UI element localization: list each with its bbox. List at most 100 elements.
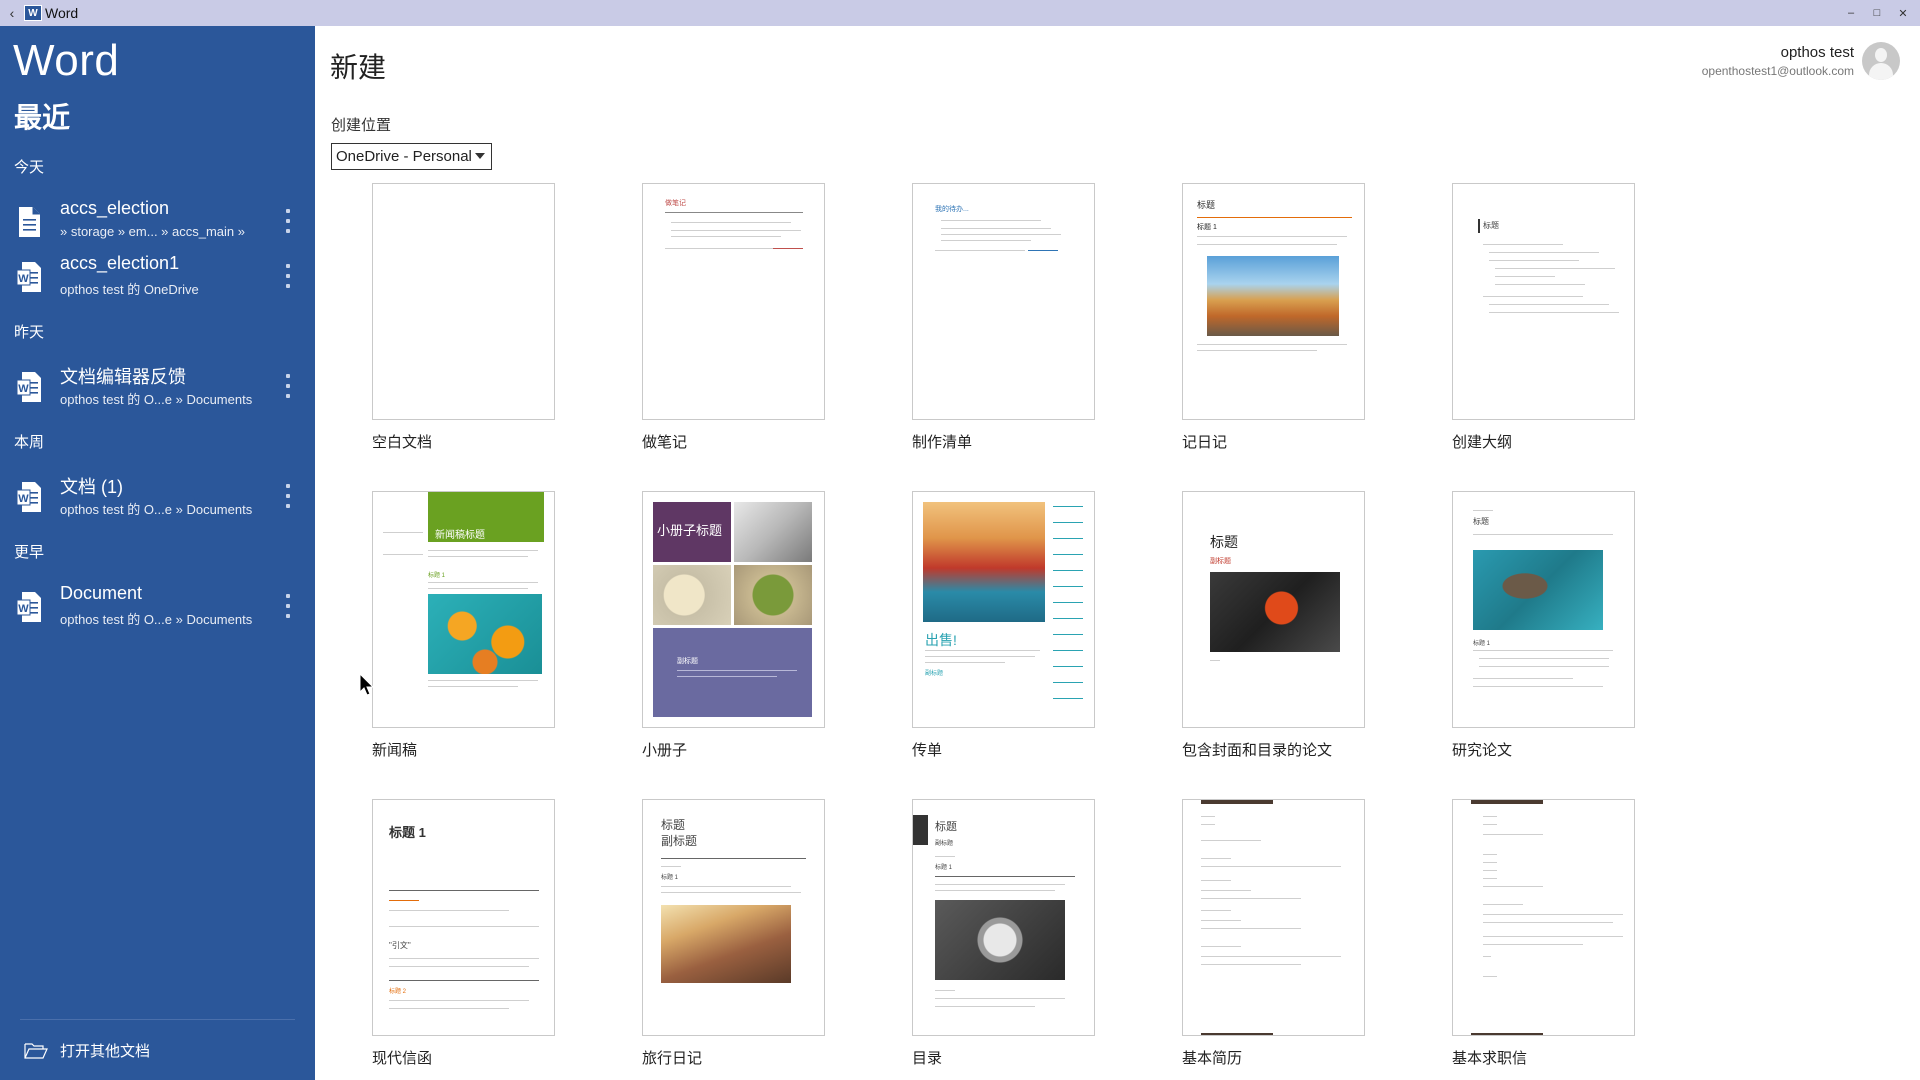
more-options-icon[interactable] xyxy=(282,206,294,236)
template-make-list[interactable]: 我的待办... 制作清单 xyxy=(912,183,1095,452)
template-label: 小册子 xyxy=(642,742,688,759)
canyon-image xyxy=(661,905,791,983)
word-app-icon: W xyxy=(24,5,42,21)
template-basic-cover-letter[interactable]: 基本求职信 xyxy=(1452,799,1635,1068)
thumb-heading: 标题 1 xyxy=(661,875,679,881)
back-icon[interactable]: ‹ xyxy=(0,5,24,21)
landscape-image xyxy=(1207,256,1339,336)
user-name: opthos test xyxy=(1780,44,1854,61)
recent-item-path: opthos test 的 O...e » Documents xyxy=(60,392,253,407)
svg-text:W: W xyxy=(18,603,29,615)
group-label-this-week: 本周 xyxy=(14,434,45,451)
template-research-paper[interactable]: 标题 标题 1 研究论文 xyxy=(1452,491,1635,760)
template-paper-with-cover-toc[interactable]: 标题 副标题 包含封面和目录的论文 xyxy=(1182,491,1365,760)
location-value: OneDrive - Personal xyxy=(336,148,472,165)
user-account[interactable]: opthos test openthostest1@outlook.com xyxy=(1702,42,1900,80)
chevron-down-icon xyxy=(475,153,485,159)
template-flyer[interactable]: 出售! 副标题 传单 xyxy=(912,491,1095,760)
thumb-heading: 标题 1 xyxy=(428,573,446,579)
thumb-subtitle: 副标题 xyxy=(935,841,954,847)
group-label-earlier: 更早 xyxy=(14,544,45,561)
window-title: Word xyxy=(45,5,79,21)
template-label: 创建大纲 xyxy=(1452,434,1513,451)
brochure-purple-block xyxy=(653,628,812,717)
open-other-documents-button[interactable]: 打开其他文档 xyxy=(24,1040,150,1061)
template-thumbnail: 我的待办... xyxy=(912,183,1095,420)
template-label: 做笔记 xyxy=(642,434,688,451)
location-dropdown[interactable]: OneDrive - Personal xyxy=(331,143,492,170)
recent-item-path: opthos test 的 OneDrive xyxy=(60,282,199,297)
otter-image xyxy=(1473,550,1603,630)
word-file-icon: W xyxy=(16,372,41,402)
fruit-image xyxy=(428,594,542,674)
recent-item[interactable]: accs_election » storage » em... » accs_m… xyxy=(0,196,315,252)
user-email: openthostest1@outlook.com xyxy=(1701,64,1854,78)
template-thumbnail: 标题 标题 1 xyxy=(1182,183,1365,420)
template-catalog[interactable]: 标题 副标题 标题 1 目录 xyxy=(912,799,1095,1068)
more-options-icon[interactable] xyxy=(282,371,294,401)
template-thumbnail: 标题 标题 1 xyxy=(1452,491,1635,728)
thumb-title: 新闻稿标题 xyxy=(435,530,485,541)
sidebar-divider xyxy=(20,1019,295,1020)
catalog-marker xyxy=(913,815,928,845)
thumb-title: 标题 xyxy=(1210,534,1238,550)
resume-bottom-bar xyxy=(1201,1033,1273,1035)
template-label: 基本简历 xyxy=(1182,1050,1243,1067)
close-icon[interactable]: ✕ xyxy=(1890,0,1916,26)
thumb-title: 标题 xyxy=(935,821,957,833)
template-label: 基本求职信 xyxy=(1452,1050,1528,1067)
recent-item-path: opthos test 的 O...e » Documents xyxy=(60,612,253,627)
thumb-title: 标题 xyxy=(1483,221,1499,230)
more-options-icon[interactable] xyxy=(282,481,294,511)
recent-item-name: accs_election1 xyxy=(60,253,180,273)
template-thumbnail xyxy=(1452,799,1635,1036)
template-take-notes[interactable]: 做笔记 做笔记 xyxy=(642,183,825,452)
thumb-heading: 标题 1 xyxy=(1473,641,1491,647)
page-title: 新建 xyxy=(330,52,387,83)
resume-top-bar xyxy=(1201,800,1273,804)
word-file-icon: W xyxy=(16,592,41,622)
thumb-heading: 标题 1 xyxy=(1197,224,1217,231)
recent-item[interactable]: W Document opthos test 的 O...e » Documen… xyxy=(0,581,315,637)
open-other-label: 打开其他文档 xyxy=(60,1043,151,1060)
recent-item-name: Document xyxy=(60,583,143,603)
template-label: 目录 xyxy=(912,1050,943,1067)
template-blank-document[interactable]: 空白文档 xyxy=(372,183,555,452)
template-travel-journal[interactable]: 标题 副标题 标题 1 旅行日记 xyxy=(642,799,825,1068)
template-label: 现代信函 xyxy=(372,1050,433,1067)
template-brochure[interactable]: 小册子标题 副标题 小册子 xyxy=(642,491,825,760)
template-thumbnail: 标题 1 "引文" 标题 2 xyxy=(372,799,555,1036)
recent-item-name: 文档 (1) xyxy=(60,477,123,497)
template-newsletter[interactable]: 新闻稿标题 标题 1 新闻稿 xyxy=(372,491,555,760)
recent-item-path: opthos test 的 O...e » Documents xyxy=(60,502,253,517)
recent-item[interactable]: W 文档编辑器反馈 opthos test 的 O...e » Document… xyxy=(0,361,315,417)
template-thumbnail: 出售! 副标题 xyxy=(912,491,1095,728)
group-label-yesterday: 昨天 xyxy=(14,324,45,341)
template-modern-letter[interactable]: 标题 1 "引文" 标题 2 现代信函 xyxy=(372,799,555,1068)
more-options-icon[interactable] xyxy=(282,261,294,291)
recent-item[interactable]: W 文档 (1) opthos test 的 O...e » Documents xyxy=(0,471,315,527)
title-bar: ‹ W Word – □ ✕ xyxy=(0,0,1920,26)
thumb-heading: 标题 2 xyxy=(389,989,407,995)
word-file-icon: W xyxy=(16,262,41,292)
thumb-subtitle: 副标题 xyxy=(661,834,698,848)
svg-text:W: W xyxy=(18,383,29,395)
template-thumbnail: 标题 副标题 xyxy=(1182,491,1365,728)
template-thumbnail: 标题 xyxy=(1452,183,1635,420)
more-options-icon[interactable] xyxy=(282,591,294,621)
maximize-icon[interactable]: □ xyxy=(1864,0,1890,26)
template-thumbnail: 标题 副标题 标题 1 xyxy=(912,799,1095,1036)
thumb-quote: "引文" xyxy=(389,941,411,950)
recent-heading: 最近 xyxy=(14,102,71,133)
minimize-icon[interactable]: – xyxy=(1838,0,1864,26)
recent-item[interactable]: W accs_election1 opthos test 的 OneDrive xyxy=(0,251,315,307)
template-journal[interactable]: 标题 标题 1 记日记 xyxy=(1182,183,1365,452)
template-thumbnail xyxy=(1182,799,1365,1036)
template-basic-resume[interactable]: 基本简历 xyxy=(1182,799,1365,1068)
thumb-title: 我的待办... xyxy=(935,206,969,213)
template-thumbnail: 做笔记 xyxy=(642,183,825,420)
gears-image xyxy=(935,900,1065,980)
main-panel: 新建 opthos test openthostest1@outlook.com… xyxy=(315,26,1920,1080)
thumb-subtitle: 副标题 xyxy=(677,658,698,665)
template-outline[interactable]: 标题 创建大纲 xyxy=(1452,183,1635,452)
